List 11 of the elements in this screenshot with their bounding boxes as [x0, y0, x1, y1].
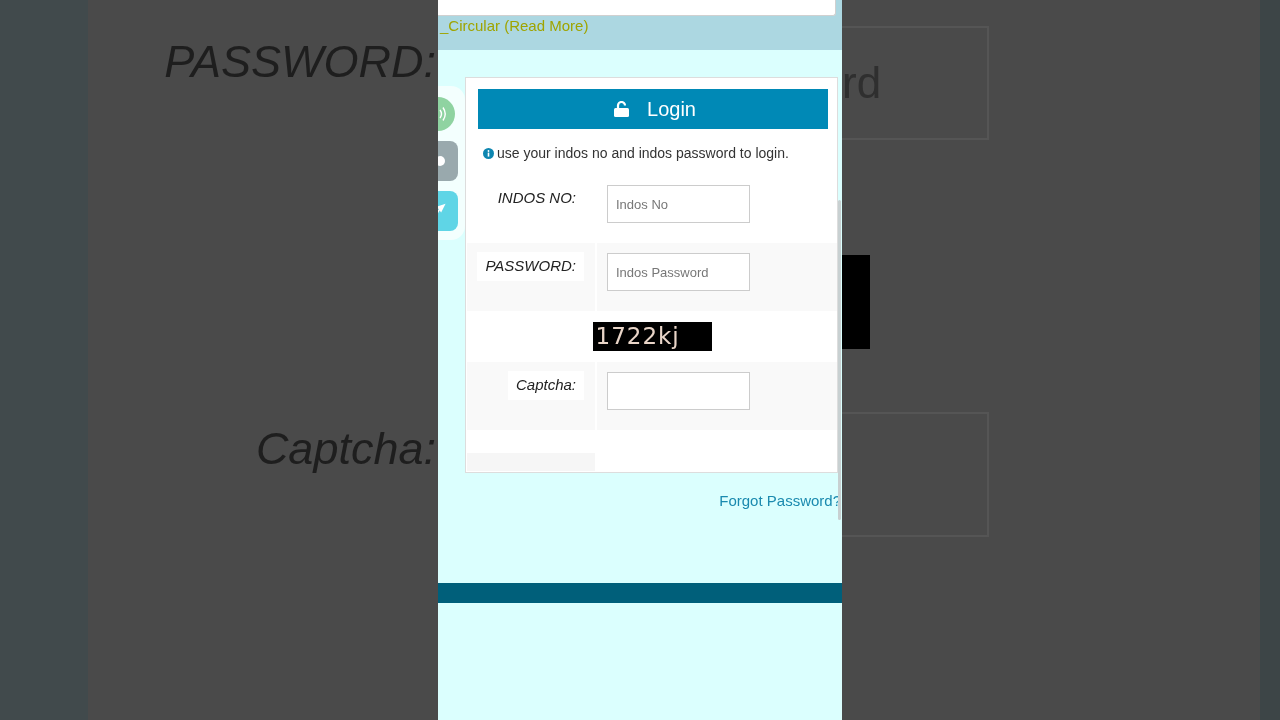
info-icon — [483, 148, 494, 159]
captcha-image: 1722kj — [592, 322, 712, 351]
input-field[interactable] — [842, 412, 989, 537]
login-title: Login — [647, 97, 696, 122]
field-label: Captcha: — [507, 371, 584, 400]
field-label: PASSWORD: — [477, 252, 584, 281]
login-hint: use your indos no and indos password to login. — [497, 144, 789, 163]
forgot-password-link[interactable]: Forgot Password? — [719, 490, 841, 513]
arrow-icon[interactable] — [438, 191, 458, 231]
sound-wave-icon[interactable] — [438, 97, 455, 131]
unlocked-padlock-icon — [614, 101, 630, 117]
